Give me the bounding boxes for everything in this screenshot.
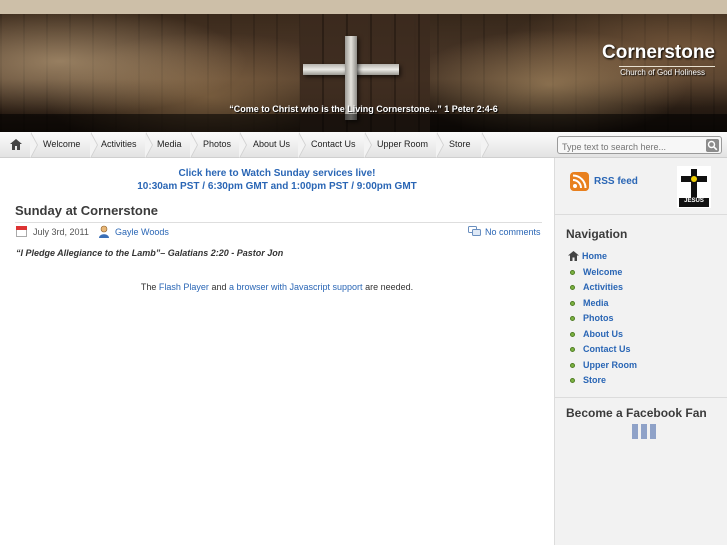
- calendar-icon: [16, 226, 27, 237]
- sidebar-link-photos[interactable]: Photos: [583, 313, 614, 323]
- nav-item-store[interactable]: Store: [439, 132, 471, 158]
- flash-required-message: The Flash Player and a browser with Java…: [12, 282, 542, 292]
- main-navigation: Welcome Activities Media Photos About Us…: [0, 132, 727, 158]
- post-title[interactable]: Sunday at Cornerstone: [15, 203, 158, 218]
- sidebar-link-welcome[interactable]: Welcome: [583, 267, 622, 277]
- facebook-widget-loading-bar: [641, 424, 647, 439]
- service-times[interactable]: 10:30am PST / 6:30pm GMT and 1:00pm PST …: [12, 181, 542, 192]
- live-stream-link[interactable]: Click here to Watch Sunday services live…: [12, 168, 542, 179]
- header-verse: “Come to Christ who is the Living Corner…: [229, 104, 498, 114]
- sidebar-divider: [555, 214, 727, 215]
- bullet-icon: [570, 316, 575, 321]
- site-tagline: Church of God Holiness: [620, 68, 705, 77]
- comments-icon[interactable]: [468, 226, 481, 237]
- nav-item-media[interactable]: Media: [147, 132, 182, 158]
- post-author-link[interactable]: Gayle Woods: [115, 227, 169, 237]
- bullet-icon: [570, 270, 575, 275]
- post-quote: “I Pledge Allegiance to the Lamb”– Galat…: [16, 248, 284, 258]
- sidebar-link-activities[interactable]: Activities: [583, 282, 623, 292]
- post-title-divider: [15, 222, 542, 223]
- site-header: [0, 14, 727, 132]
- bullet-icon: [570, 378, 575, 383]
- javascript-browser-link[interactable]: a browser with Javascript support: [229, 282, 363, 292]
- sidebar-divider: [555, 397, 727, 398]
- facebook-fan-heading: Become a Facebook Fan: [566, 406, 707, 420]
- page: Cornerstone Church of God Holiness “Come…: [0, 0, 727, 545]
- rss-feed-link[interactable]: RSS feed: [594, 176, 638, 187]
- bullet-icon: [570, 301, 575, 306]
- search-input[interactable]: [557, 136, 722, 154]
- nav-item-contact-us[interactable]: Contact Us: [301, 132, 356, 158]
- jesus-logo-text: JESUS: [684, 198, 704, 204]
- flash-msg-middle: and: [211, 282, 227, 292]
- nav-item-activities[interactable]: Activities: [91, 132, 137, 158]
- sidebar-link-contact-us[interactable]: Contact Us: [583, 344, 631, 354]
- sidebar-link-media[interactable]: Media: [583, 298, 609, 308]
- site-title-divider: [619, 66, 715, 67]
- site-title[interactable]: Cornerstone: [602, 42, 715, 64]
- flash-msg-prefix: The: [140, 282, 157, 292]
- sidebar-link-store[interactable]: Store: [583, 375, 606, 385]
- facebook-widget-loading-bar: [650, 424, 656, 439]
- facebook-widget-loading-bar: [632, 424, 638, 439]
- nav-separator: [481, 132, 490, 158]
- sidebar-link-about-us[interactable]: About Us: [583, 329, 623, 339]
- home-icon: [568, 251, 579, 261]
- sidebar-link-home[interactable]: Home: [582, 251, 607, 261]
- top-strip: [0, 0, 727, 14]
- navigation-heading: Navigation: [566, 227, 628, 241]
- flash-player-link[interactable]: Flash Player: [159, 282, 209, 292]
- nav-item-about-us[interactable]: About Us: [243, 132, 290, 158]
- bullet-icon: [570, 363, 575, 368]
- sidebar: [554, 158, 727, 545]
- post-date: July 3rd, 2011: [33, 227, 89, 237]
- bullet-icon: [570, 347, 575, 352]
- rss-icon[interactable]: [570, 172, 589, 191]
- home-icon[interactable]: [10, 139, 22, 150]
- nav-item-welcome[interactable]: Welcome: [33, 132, 80, 158]
- nav-item-photos[interactable]: Photos: [193, 132, 231, 158]
- flash-msg-suffix: are needed.: [365, 282, 414, 292]
- author-icon: [99, 225, 109, 238]
- bullet-icon: [570, 332, 575, 337]
- post-comments-link[interactable]: No comments: [485, 227, 541, 237]
- verse-band: [0, 114, 727, 132]
- bullet-icon: [570, 285, 575, 290]
- nav-item-upper-room[interactable]: Upper Room: [367, 132, 428, 158]
- search-icon[interactable]: [706, 139, 719, 152]
- sidebar-link-upper-room[interactable]: Upper Room: [583, 360, 637, 370]
